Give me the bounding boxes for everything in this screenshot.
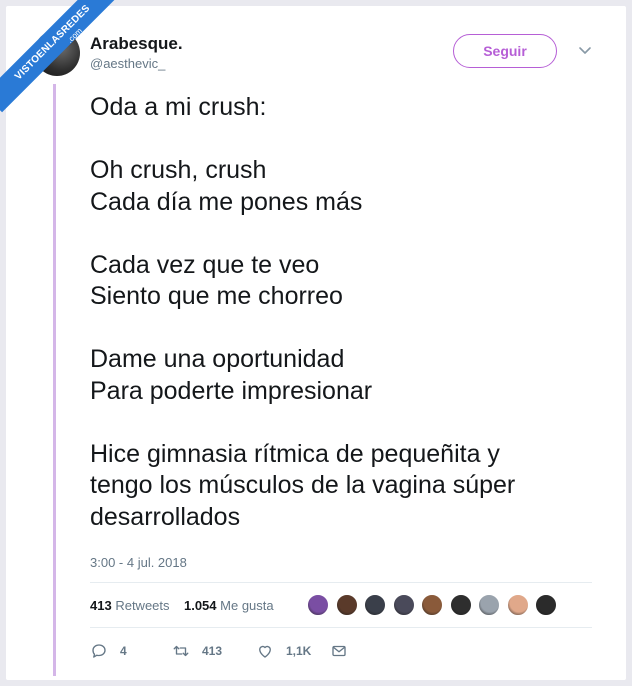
reply-action[interactable]: 4 bbox=[90, 642, 127, 660]
user-handle[interactable]: @aesthevic_ bbox=[90, 56, 165, 71]
liker-avatar[interactable] bbox=[334, 593, 359, 617]
likes-label: Me gusta bbox=[220, 598, 274, 613]
retweet-action[interactable]: 413 bbox=[172, 642, 222, 660]
user-name[interactable]: Arabesque. bbox=[90, 34, 183, 54]
liker-avatar[interactable] bbox=[306, 593, 330, 617]
liker-avatar[interactable] bbox=[363, 593, 387, 617]
follow-button[interactable]: Seguir bbox=[453, 34, 557, 68]
thread-line bbox=[53, 84, 56, 676]
tweet-actions: 4 413 1,1K bbox=[90, 642, 390, 664]
tweet-timestamp[interactable]: 3:00 - 4 jul. 2018 bbox=[90, 555, 187, 570]
like-count: 1,1K bbox=[286, 644, 312, 658]
tweet-text: Oda a mi crush: Oh crush, crush Cada día… bbox=[90, 93, 516, 531]
like-action[interactable]: 1,1K bbox=[256, 642, 311, 660]
liker-avatar[interactable] bbox=[448, 593, 473, 617]
liker-avatar[interactable] bbox=[534, 593, 558, 617]
liker-avatar[interactable] bbox=[477, 593, 501, 617]
divider bbox=[90, 582, 592, 583]
retweets-stat[interactable]: 413 Retweets bbox=[90, 598, 170, 613]
liker-avatar[interactable] bbox=[391, 593, 416, 617]
retweet-icon bbox=[173, 645, 189, 657]
reply-icon bbox=[92, 644, 106, 658]
liker-avatar[interactable] bbox=[420, 593, 444, 617]
engagement-stats: 413 Retweets 1.054 Me gusta bbox=[90, 598, 274, 613]
likes-stat[interactable]: 1.054 Me gusta bbox=[184, 598, 274, 613]
heart-icon bbox=[259, 645, 271, 658]
retweets-count: 413 bbox=[90, 598, 112, 613]
message-action[interactable] bbox=[330, 642, 360, 660]
envelope-icon bbox=[332, 645, 346, 657]
likes-count: 1.054 bbox=[183, 598, 217, 613]
retweet-count: 413 bbox=[202, 644, 223, 658]
retweets-label: Retweets bbox=[115, 598, 170, 613]
chevron-down-icon[interactable] bbox=[575, 40, 595, 60]
divider bbox=[90, 627, 592, 628]
reply-count: 4 bbox=[120, 644, 127, 658]
liker-avatar[interactable] bbox=[505, 593, 530, 617]
